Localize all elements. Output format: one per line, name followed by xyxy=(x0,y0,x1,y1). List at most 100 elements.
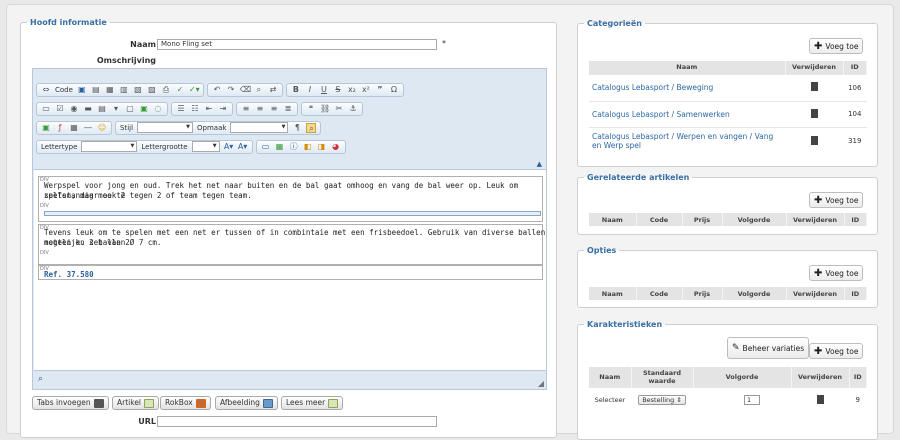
category-link[interactable]: Catalogus Lebasport / Beweging xyxy=(592,83,713,92)
smiley-icon[interactable]: ☺ xyxy=(97,123,107,133)
subscript-icon[interactable]: x₂ xyxy=(347,85,357,95)
image-icon[interactable]: ▣ xyxy=(41,123,51,133)
unlink-icon[interactable]: ✂ xyxy=(334,104,344,114)
bullet-list-icon[interactable]: ☷ xyxy=(190,104,200,114)
options-table: Naam Code Prijs Volgorde Verwijderen ID xyxy=(589,287,867,300)
bg-color-icon[interactable]: A▾ xyxy=(238,142,248,152)
redo-icon[interactable]: ↷ xyxy=(226,85,236,95)
rokbox-button[interactable]: RokBox xyxy=(160,396,211,410)
hidden-field-icon[interactable]: ◌ xyxy=(153,104,163,114)
numbered-list-icon[interactable]: ☰ xyxy=(176,104,186,114)
related-add-button[interactable]: ✚ Voeg toe xyxy=(809,192,864,208)
textfield-icon[interactable]: ▬ xyxy=(83,104,93,114)
lettergrootte-select[interactable]: ▼ xyxy=(191,141,220,152)
show-blocks-icon[interactable]: ¶ xyxy=(292,123,302,133)
default-value-select[interactable]: Bestelling ⇕ xyxy=(638,395,686,406)
resize-handle-icon[interactable]: ◢ xyxy=(538,379,544,388)
align-right-icon[interactable]: ≡ xyxy=(269,104,279,114)
stijl-select[interactable]: ▼ xyxy=(137,122,194,133)
trash-icon[interactable] xyxy=(816,394,824,404)
table-props-icon[interactable]: ▦ xyxy=(275,142,285,152)
preview-icon[interactable]: ⌕ xyxy=(306,122,317,133)
col-prijs: Prijs xyxy=(682,213,723,226)
toolbar-group-media: ▣ ƒ ▦ ― ☺ xyxy=(36,120,112,135)
anchor-icon[interactable]: ⚓ xyxy=(348,104,358,114)
lettertype-select[interactable]: ▼ xyxy=(81,141,138,152)
image-button-icon[interactable]: ▣ xyxy=(139,104,149,114)
trash-icon[interactable] xyxy=(810,82,818,91)
opmaak-select[interactable]: ▼ xyxy=(230,122,289,133)
categories-add-button[interactable]: ✚ Voeg toe xyxy=(809,38,864,54)
plus-icon: ✚ xyxy=(814,345,823,357)
find-icon[interactable]: ⌕ xyxy=(254,85,264,95)
align-left-icon[interactable]: ≡ xyxy=(241,104,251,114)
paste-icon[interactable]: ▦ xyxy=(105,85,115,95)
category-link[interactable]: Catalogus Lebasport / Werpen en vangen /… xyxy=(592,132,773,150)
spellcheck-icon[interactable]: ✓ xyxy=(175,85,185,95)
tabs-insert-button[interactable]: Tabs invoegen xyxy=(32,396,109,410)
related-add-label: Voeg toe xyxy=(825,195,859,205)
new-page-icon[interactable]: ▤ xyxy=(91,85,101,95)
read-more-button[interactable]: Lees meer xyxy=(281,396,344,410)
collapse-toolbar-icon[interactable]: ▲ xyxy=(537,160,542,168)
trash-icon[interactable] xyxy=(810,135,818,145)
plugin-icon[interactable]: ◨ xyxy=(317,142,327,152)
spellcheck-dropdown-icon[interactable]: ✓▾ xyxy=(189,85,200,95)
about-icon[interactable]: ◧ xyxy=(303,142,313,152)
outdent-icon[interactable]: ⇤ xyxy=(204,104,214,114)
trash-icon[interactable] xyxy=(810,108,818,118)
form-icon[interactable]: ▭ xyxy=(41,104,51,114)
align-center-icon[interactable]: ≡ xyxy=(255,104,265,114)
superscript-icon[interactable]: x² xyxy=(361,85,371,95)
characteristics-add-button[interactable]: ✚ Voeg toe xyxy=(809,343,864,359)
naam-input[interactable]: Mono Fling set xyxy=(157,39,437,50)
maximize-icon[interactable]: ▭ xyxy=(261,142,271,152)
omega-icon[interactable]: Ω xyxy=(389,85,399,95)
bold-icon[interactable]: B xyxy=(291,85,301,95)
manage-variations-button[interactable]: ✎ Beheer variaties xyxy=(727,337,810,359)
article-button[interactable]: Artikel xyxy=(112,396,160,410)
replace-icon[interactable]: ⇄ xyxy=(268,85,278,95)
save-icon[interactable]: ▣ xyxy=(77,85,87,95)
radio-icon[interactable]: ◉ xyxy=(69,104,79,114)
textarea-icon[interactable]: ▤ xyxy=(97,104,107,114)
button-icon[interactable]: ▢ xyxy=(125,104,135,114)
category-id: 319 xyxy=(843,126,867,155)
underline-icon[interactable]: U xyxy=(319,85,329,95)
strike-icon[interactable]: S xyxy=(333,85,343,95)
paste-word-icon[interactable]: ▧ xyxy=(133,85,143,95)
hr-icon[interactable]: ― xyxy=(83,123,93,133)
col-prijs: Prijs xyxy=(682,287,723,300)
quote-icon[interactable]: ” xyxy=(375,85,385,95)
eraser-icon[interactable]: ⌫ xyxy=(240,85,251,95)
italic-icon[interactable]: I xyxy=(305,85,315,95)
undo-icon[interactable]: ↶ xyxy=(212,85,222,95)
checkbox-icon[interactable]: ☑ xyxy=(55,104,65,114)
link-icon[interactable]: ⛓ xyxy=(320,104,330,114)
code-button[interactable]: Code xyxy=(55,86,73,94)
info-icon[interactable]: ⓘ xyxy=(289,142,299,152)
select-icon[interactable]: ▾ xyxy=(111,104,121,114)
table-icon[interactable]: ▦ xyxy=(69,123,79,133)
picture-icon xyxy=(262,398,273,408)
text-color-icon[interactable]: A▾ xyxy=(224,142,234,152)
characteristics-legend: Karakteristieken xyxy=(587,320,663,329)
options-add-button[interactable]: ✚ Voeg toe xyxy=(809,265,864,281)
paste-text-icon[interactable]: ▥ xyxy=(119,85,129,95)
print-icon[interactable]: ⎙ xyxy=(161,85,171,95)
zoom-icon[interactable]: ⌕ xyxy=(38,374,43,384)
blockquote-icon[interactable]: ❝ xyxy=(306,104,316,114)
template-icon[interactable]: ▨ xyxy=(147,85,157,95)
url-input[interactable] xyxy=(157,416,437,427)
col-volgorde: Volgorde xyxy=(722,213,787,226)
category-link[interactable]: Catalogus Lebasport / Samenwerken xyxy=(592,110,730,119)
flash-icon[interactable]: ƒ xyxy=(55,123,65,133)
editor-content[interactable]: DIV Werpspel voor jong en oud. Trek het … xyxy=(34,169,546,371)
order-input[interactable]: 1 xyxy=(744,395,760,406)
lettergrootte-label: Lettergrootte xyxy=(141,142,188,151)
image-insert-button[interactable]: Afbeelding xyxy=(215,396,278,410)
color-wheel-icon[interactable]: ◕ xyxy=(331,142,341,152)
toolbar-group-forms: ▭ ☑ ◉ ▬ ▤ ▾ ▢ ▣ ◌ xyxy=(36,101,168,116)
align-justify-icon[interactable]: ≣ xyxy=(283,104,293,114)
indent-icon[interactable]: ⇥ xyxy=(218,104,228,114)
